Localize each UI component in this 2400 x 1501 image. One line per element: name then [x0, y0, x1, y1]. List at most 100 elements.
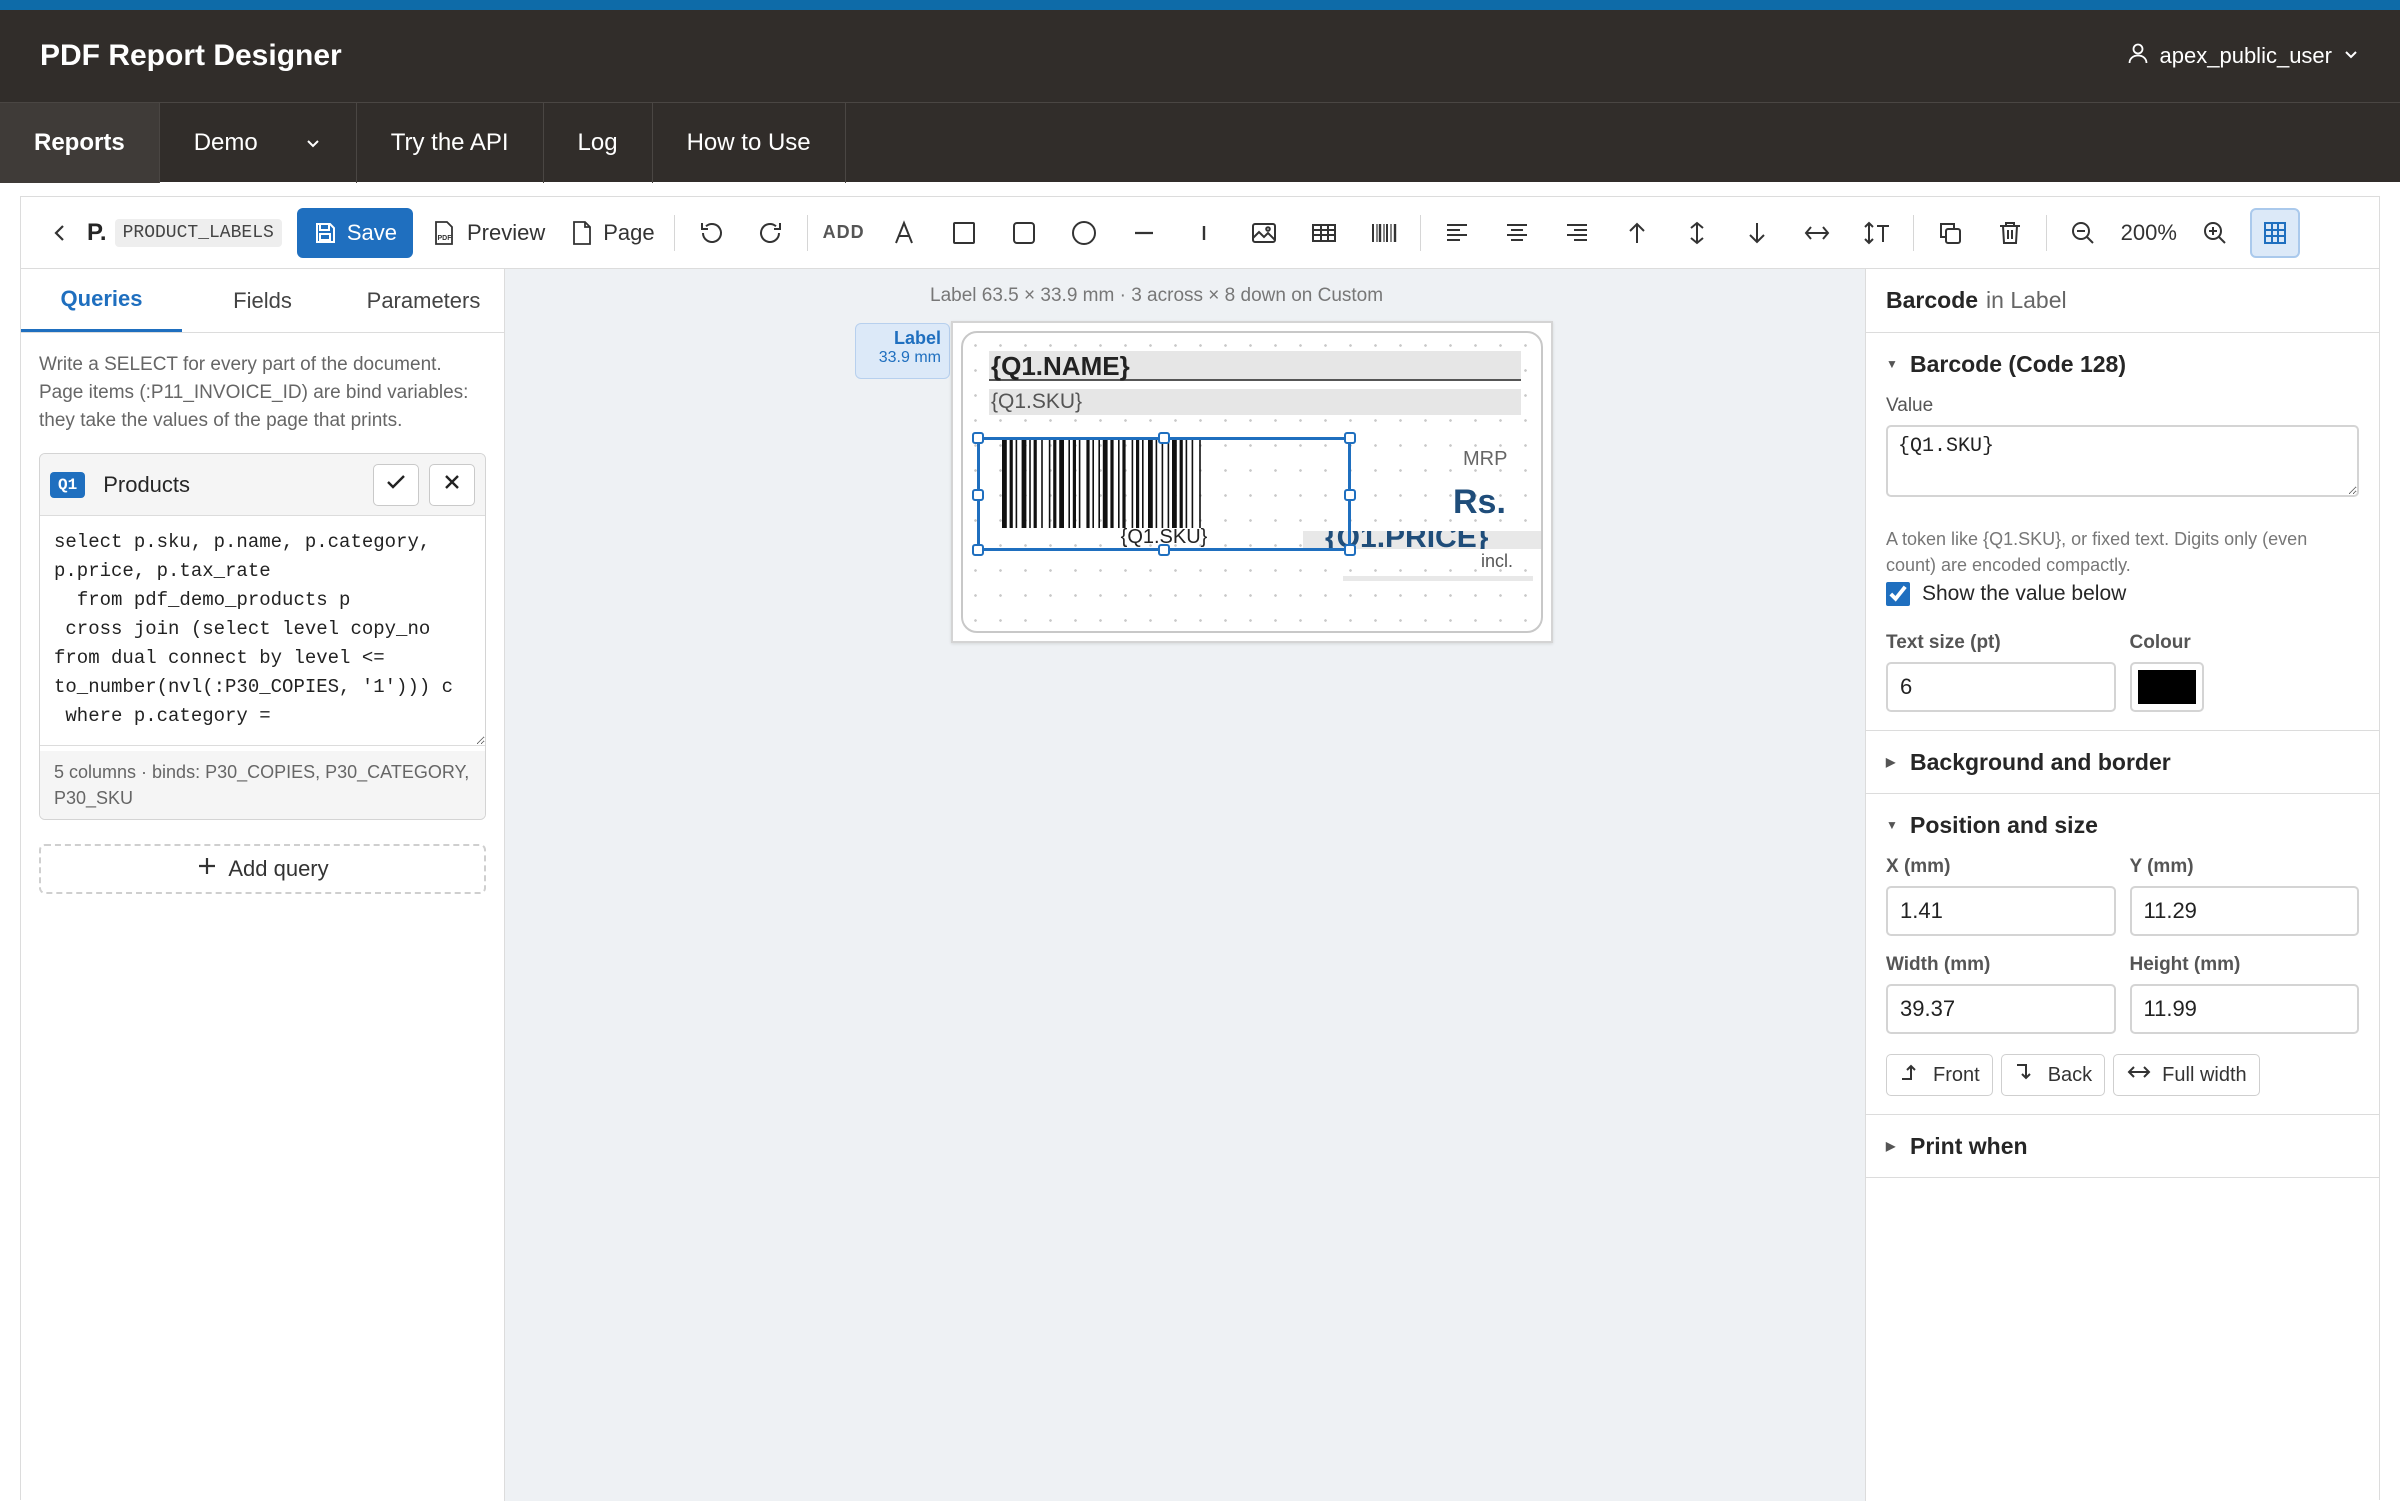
resize-handle-nw[interactable]	[972, 432, 984, 444]
background-border-header[interactable]: ▶ Background and border	[1866, 731, 2379, 793]
nav-try-api[interactable]: Try the API	[357, 103, 544, 183]
show-value-check[interactable]	[1886, 582, 1910, 606]
text-height-button[interactable]	[1852, 208, 1902, 258]
discard-query-button[interactable]	[429, 463, 475, 506]
query-sql-editor[interactable]	[40, 516, 485, 746]
resize-handle-se[interactable]	[1344, 544, 1356, 556]
caret-down-icon: ▼	[1886, 818, 1898, 832]
resize-handle-n[interactable]	[1158, 432, 1170, 444]
tab-parameters[interactable]: Parameters	[343, 269, 504, 332]
add-table-button[interactable]	[1299, 208, 1349, 258]
text-size-input[interactable]	[1886, 662, 2116, 712]
add-query-button[interactable]: Add query	[39, 844, 486, 894]
image-icon	[1250, 220, 1278, 246]
incl-text[interactable]: incl.	[1481, 551, 1513, 572]
resize-handle-s[interactable]	[1158, 544, 1170, 556]
add-ellipse-button[interactable]	[1059, 208, 1109, 258]
print-when-header[interactable]: ▶ Print when	[1866, 1115, 2379, 1177]
resize-handle-sw[interactable]	[972, 544, 984, 556]
preview-button[interactable]: PDF Preview	[423, 208, 553, 258]
undo-button[interactable]	[686, 208, 736, 258]
nav-demo[interactable]: Demo	[160, 103, 357, 183]
valign-bottom-button[interactable]	[1732, 208, 1782, 258]
add-rectangle-button[interactable]	[999, 208, 1049, 258]
pdf-icon: PDF	[431, 220, 457, 246]
table-icon	[1310, 220, 1338, 246]
toolbar-divider	[2045, 214, 2047, 251]
tax-field[interactable]	[1343, 576, 1533, 581]
resize-handle-w[interactable]	[972, 489, 984, 501]
design-canvas[interactable]: Label 63.5 × 33.9 mm · 3 across × 8 down…	[505, 269, 1885, 1501]
add-barcode-button[interactable]	[1359, 208, 1409, 258]
colour-swatch[interactable]	[2129, 662, 2204, 712]
show-value-checkbox[interactable]: Show the value below	[1886, 582, 2359, 606]
zoom-in-button[interactable]	[2190, 208, 2240, 258]
add-field-button[interactable]	[939, 208, 989, 258]
resize-handle-ne[interactable]	[1344, 432, 1356, 444]
toolbar-divider	[673, 214, 675, 251]
app-header: PDF Report Designer apex_public_user	[0, 10, 2400, 102]
full-width-button[interactable]: Full width	[2113, 1054, 2260, 1096]
toolbar-divider	[1912, 214, 1914, 251]
band-tag[interactable]: Label 33.9 mm	[855, 323, 950, 379]
main-nav: Reports Demo Try the API Log How to Use	[0, 102, 2400, 183]
height-input[interactable]	[2129, 984, 2359, 1034]
label-design-area[interactable]: {Q1.NAME} {Q1.SKU} MRP Rs. {Q1.PRICE} in…	[961, 331, 1543, 633]
add-text-button[interactable]	[879, 208, 929, 258]
zoom-out-icon	[2070, 220, 2096, 246]
arrow-up-icon	[1624, 220, 1650, 246]
mrp-text[interactable]: MRP	[1463, 448, 1507, 471]
currency-text[interactable]: Rs.	[1453, 483, 1506, 522]
width-input[interactable]	[1886, 984, 2116, 1034]
chevron-down-icon[interactable]	[304, 134, 322, 152]
back-button[interactable]	[42, 208, 78, 258]
resize-handle-e[interactable]	[1344, 489, 1356, 501]
name-field[interactable]: {Q1.NAME}	[989, 351, 1521, 381]
align-left-button[interactable]	[1432, 208, 1482, 258]
position-size-header[interactable]: ▼ Position and size	[1866, 794, 2379, 856]
barcode-value-help: A token like {Q1.SKU}, or fixed text. Di…	[1886, 529, 2308, 575]
tab-fields[interactable]: Fields	[182, 269, 343, 332]
barcode-value-input[interactable]	[1886, 425, 2359, 497]
valign-middle-button[interactable]	[1672, 208, 1722, 258]
save-button[interactable]: Save	[296, 207, 413, 258]
properties-panel: Barcode in Label ▼ Barcode (Code 128) Val…	[1865, 269, 2379, 1501]
page-button[interactable]: Page	[563, 208, 662, 258]
x-input[interactable]	[1886, 886, 2116, 936]
align-right-button[interactable]	[1552, 208, 1602, 258]
barcode-section-header[interactable]: ▼ Barcode (Code 128)	[1866, 333, 2379, 395]
document-short-name: P.	[87, 218, 107, 246]
grid-icon	[2262, 220, 2288, 246]
document-code: PRODUCT_LABELS	[114, 218, 282, 247]
bring-to-front-button[interactable]: Front	[1886, 1054, 1993, 1096]
stretch-width-button[interactable]	[1792, 208, 1842, 258]
zoom-in-icon	[2202, 220, 2228, 246]
nav-log[interactable]: Log	[544, 103, 653, 183]
delete-button[interactable]	[1985, 208, 2035, 258]
sku-field[interactable]: {Q1.SKU}	[989, 389, 1521, 415]
valign-top-button[interactable]	[1612, 208, 1662, 258]
send-to-back-button[interactable]: Back	[2000, 1054, 2106, 1096]
position-size-section: ▼Position and size X (mm) Y (mm) Width (…	[1866, 794, 2379, 1115]
app-title: PDF Report Designer	[40, 39, 342, 72]
user-menu[interactable]: apex_public_user	[2126, 41, 2360, 71]
arrow-down-icon	[1744, 220, 1770, 246]
grid-toggle-button[interactable]	[2249, 207, 2300, 258]
nav-how-to-use[interactable]: How to Use	[653, 103, 846, 183]
y-input[interactable]	[2129, 886, 2359, 936]
properties-title: Barcode in Label	[1866, 269, 2379, 333]
colour-swatch-fill	[2137, 670, 2196, 704]
redo-button[interactable]	[746, 208, 796, 258]
add-horizontal-line-button[interactable]	[1119, 208, 1169, 258]
nav-reports[interactable]: Reports	[0, 103, 160, 183]
add-image-button[interactable]	[1239, 208, 1289, 258]
tab-queries[interactable]: Queries	[21, 269, 182, 332]
align-center-button[interactable]	[1492, 208, 1542, 258]
confirm-query-button[interactable]	[373, 463, 419, 506]
left-panel: Queries Fields Parameters Write a SELECT…	[21, 269, 505, 1501]
barcode-element[interactable]: {Q1.SKU}	[972, 432, 1356, 556]
duplicate-button[interactable]	[1925, 208, 1975, 258]
arrow-up-down-icon	[1684, 220, 1710, 246]
zoom-out-button[interactable]	[2058, 208, 2108, 258]
add-vertical-line-button[interactable]	[1179, 208, 1229, 258]
